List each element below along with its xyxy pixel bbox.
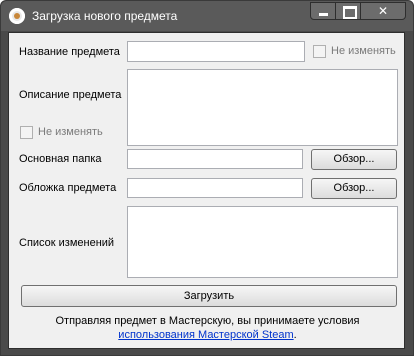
item-description-textarea[interactable]	[127, 69, 398, 146]
close-button[interactable]: ✕	[360, 2, 406, 20]
description-nochange-label: Не изменять	[38, 126, 103, 138]
description-nochange-checkbox[interactable]	[20, 126, 33, 139]
dialog-client-area: Название предмета Не изменять Описание п…	[8, 32, 405, 349]
item-name-input[interactable]	[127, 41, 305, 62]
close-icon: ✕	[377, 4, 389, 18]
upload-button[interactable]: Загрузить	[21, 285, 397, 307]
item-cover-browse-button[interactable]: Обзор...	[311, 178, 397, 199]
item-cover-input[interactable]	[127, 178, 303, 198]
maximize-icon	[343, 6, 357, 19]
name-nochange-checkbox[interactable]	[313, 45, 326, 58]
terms-suffix: .	[293, 329, 297, 341]
minimize-button[interactable]	[310, 2, 336, 20]
changelog-textarea[interactable]	[127, 206, 398, 278]
main-folder-input[interactable]	[127, 149, 303, 169]
main-folder-label: Основная папка	[19, 153, 102, 165]
agreement-text: Отправляя предмет в Мастерскую, вы прини…	[55, 315, 360, 327]
changelog-label: Список изменений	[19, 237, 115, 249]
minimize-icon	[319, 13, 328, 16]
workshop-terms-link[interactable]: использования Мастерской Steam	[118, 329, 293, 341]
name-nochange-label: Не изменять	[331, 45, 396, 57]
terms-line: использования Мастерской Steam.	[9, 329, 406, 341]
title-bar[interactable]: Загрузка нового предмета ✕	[1, 1, 413, 31]
item-cover-label: Обложка предмета	[19, 182, 117, 194]
steam-app-icon	[9, 8, 25, 24]
item-name-label: Название предмета	[19, 46, 120, 58]
main-folder-browse-button[interactable]: Обзор...	[311, 149, 397, 170]
upload-dialog-window: Загрузка нового предмета ✕ Название пред…	[0, 0, 414, 356]
item-description-label: Описание предмета	[19, 89, 122, 101]
maximize-button[interactable]	[335, 2, 361, 20]
window-title: Загрузка нового предмета	[32, 9, 178, 23]
